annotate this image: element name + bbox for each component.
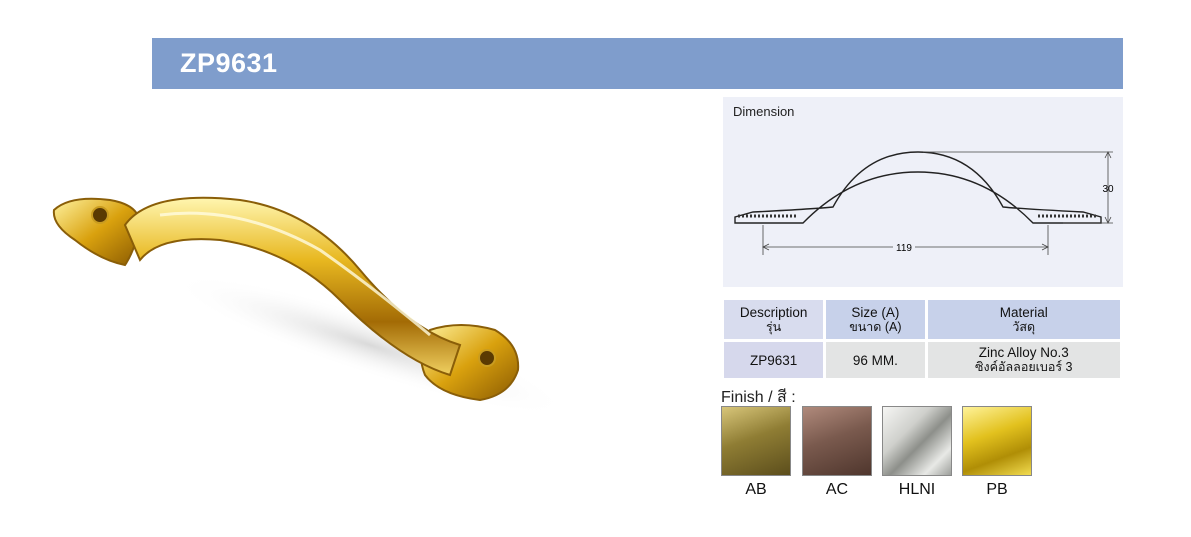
material-header: Material วัสดุ xyxy=(927,300,1120,339)
material-header-en: Material xyxy=(999,304,1048,320)
dimension-panel: 119 30 Dimension xyxy=(723,97,1123,287)
size-header-en: Size (A) xyxy=(851,304,900,320)
description-header: Description รุ่น xyxy=(724,300,824,339)
dimension-drawing: 119 30 xyxy=(734,151,1114,255)
material-value-th: ซิงค์อัลลอยเบอร์ 3 xyxy=(975,360,1073,374)
dimension-label: Dimension xyxy=(733,104,795,119)
finish-swatch-hlni xyxy=(882,406,952,476)
product-image xyxy=(40,170,570,430)
handle-illustration xyxy=(52,196,570,416)
spec-table: Description รุ่น Size (A) ขนาด (A) Mater… xyxy=(721,297,1123,381)
model-cell: ZP9631 xyxy=(724,342,824,378)
title-bar: ZP9631 xyxy=(152,38,1123,89)
material-header-th: วัสดุ xyxy=(1012,319,1036,334)
size-header: Size (A) ขนาด (A) xyxy=(826,300,925,339)
size-header-th: ขนาด (A) xyxy=(849,319,902,334)
description-header-th: รุ่น xyxy=(765,319,782,334)
finish-label-ab: AB xyxy=(745,481,767,498)
product-code-title: ZP9631 xyxy=(180,48,278,78)
finish-label-ac: AC xyxy=(825,481,849,498)
finish-swatch-ac xyxy=(802,406,872,476)
finish-label-pb: PB xyxy=(986,481,1008,498)
finish-swatch-ab xyxy=(721,406,791,476)
spec-data-row: ZP9631 96 MM. Zinc Alloy No.3 ซิงค์อัลลอ… xyxy=(724,342,1120,378)
finish-swatch-pb xyxy=(962,406,1032,476)
height-dimension-value: 30 xyxy=(1102,184,1114,195)
size-cell: 96 MM. xyxy=(826,342,925,378)
description-header-en: Description xyxy=(739,304,808,320)
material-value-en: Zinc Alloy No.3 xyxy=(978,345,1069,360)
width-dimension-value: 119 xyxy=(896,243,912,254)
finish-label-hlni: HLNI xyxy=(898,481,936,498)
spec-header-row: Description รุ่น Size (A) ขนาด (A) Mater… xyxy=(724,300,1120,339)
material-cell: Zinc Alloy No.3 ซิงค์อัลลอยเบอร์ 3 xyxy=(927,342,1120,378)
